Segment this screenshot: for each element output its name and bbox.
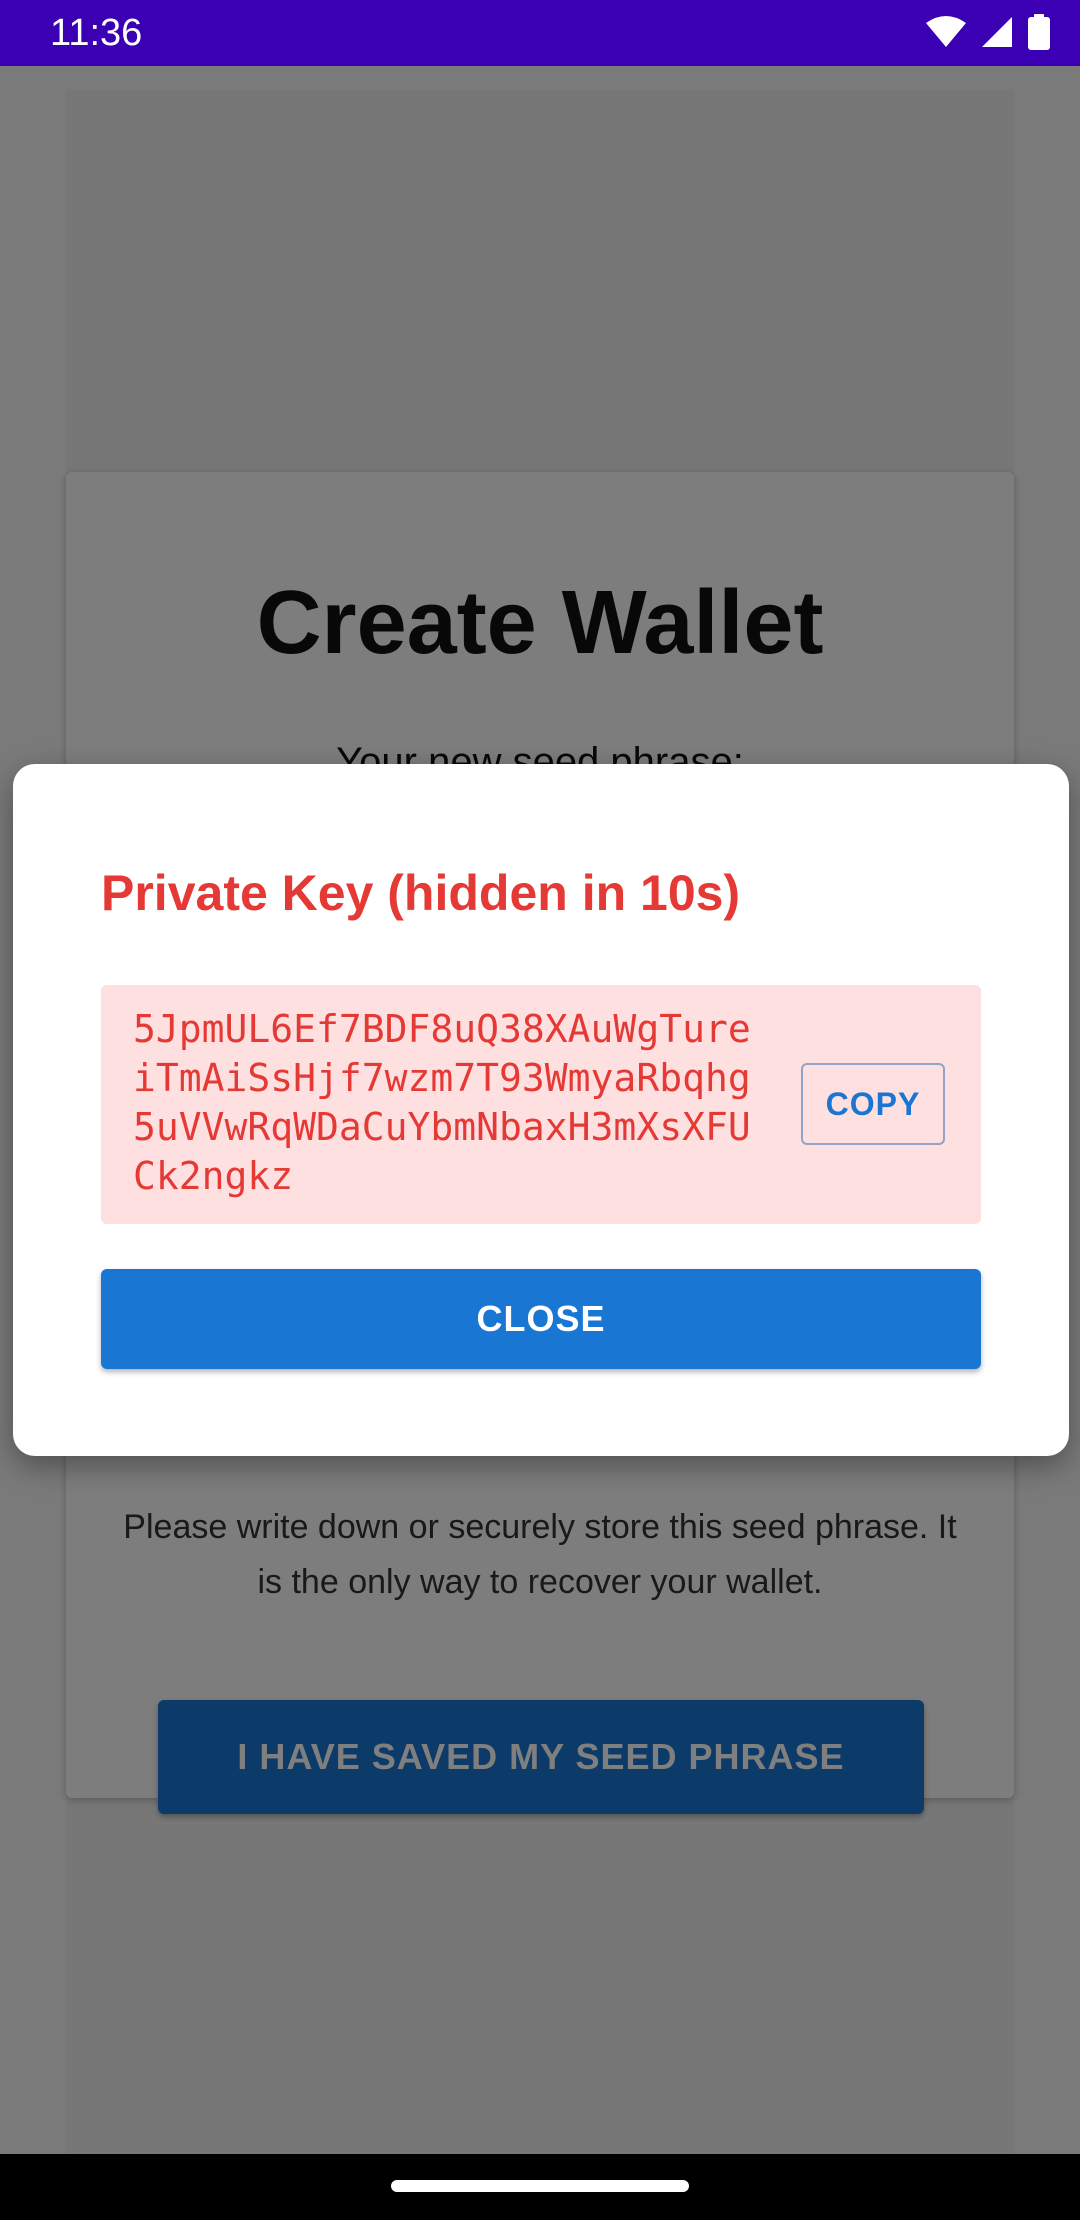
copy-button[interactable]: COPY xyxy=(801,1063,945,1145)
wifi-icon xyxy=(926,15,966,54)
private-key-dialog: Private Key (hidden in 10s) 5JpmUL6Ef7BD… xyxy=(13,764,1069,1456)
dialog-title: Private Key (hidden in 10s) xyxy=(101,865,741,921)
home-gesture-handle[interactable] xyxy=(391,2180,689,2192)
status-time: 11:36 xyxy=(50,12,143,54)
close-button[interactable]: CLOSE xyxy=(101,1269,981,1369)
status-bar: 11:36 xyxy=(0,0,1080,66)
signal-icon xyxy=(980,15,1014,54)
status-icons xyxy=(926,14,1050,55)
private-key-box: 5JpmUL6Ef7BDF8uQ38XAuWgTureiTmAiSsHjf7wz… xyxy=(101,985,981,1224)
battery-icon xyxy=(1028,14,1050,55)
navigation-bar xyxy=(0,2154,1080,2220)
private-key-text: 5JpmUL6Ef7BDF8uQ38XAuWgTureiTmAiSsHjf7wz… xyxy=(133,1007,751,1198)
